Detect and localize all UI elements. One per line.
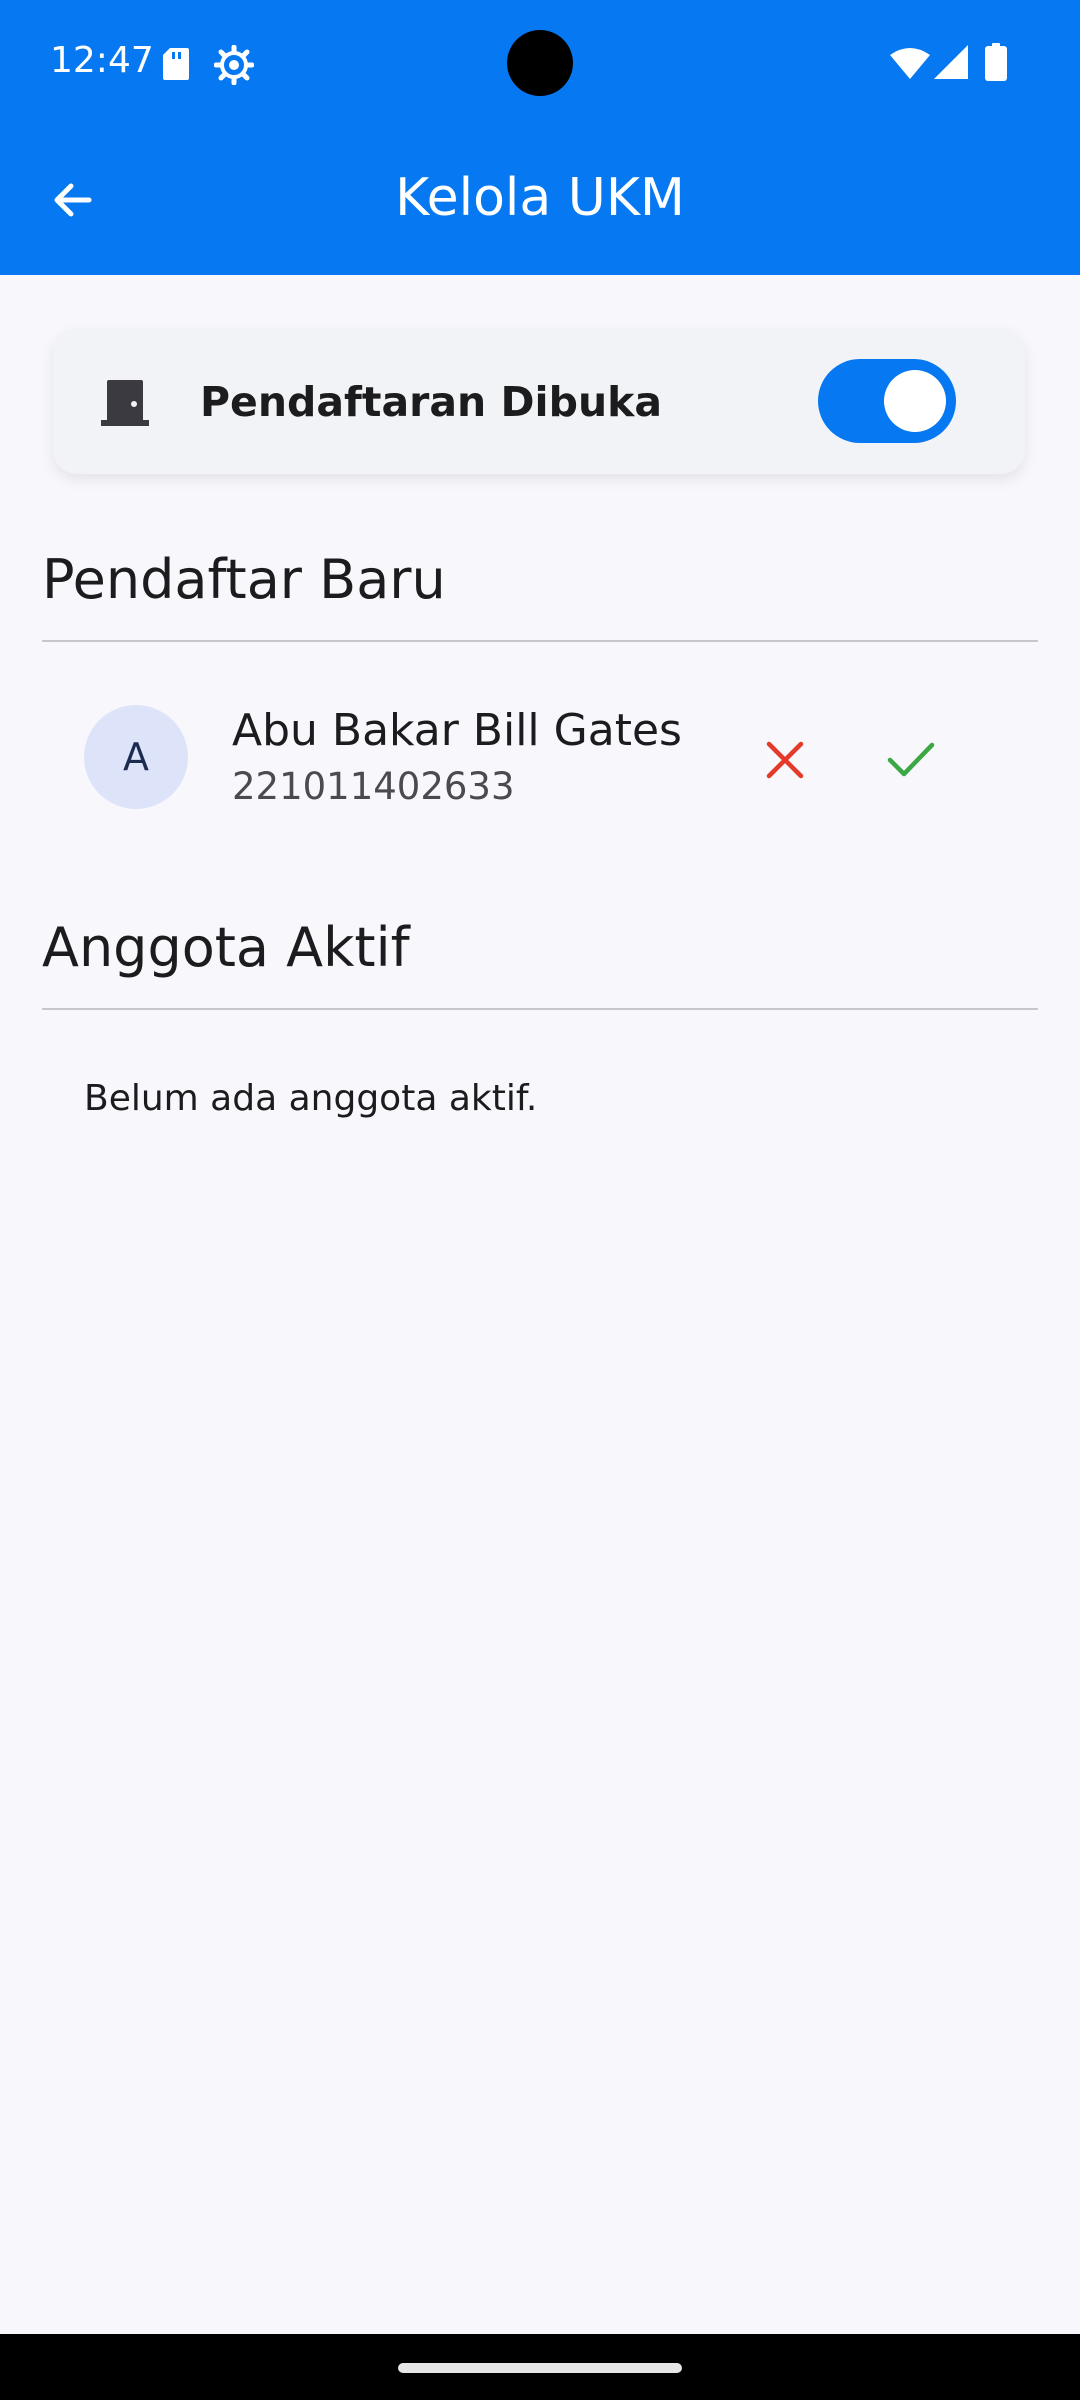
door-icon: [101, 380, 149, 426]
signal-icon: [934, 45, 968, 79]
applicant-id: 221011402633: [232, 765, 515, 808]
section-divider: [42, 640, 1038, 642]
applicant-name: Abu Bakar Bill Gates: [232, 705, 682, 756]
registration-card: Pendaftaran Dibuka: [53, 328, 1025, 474]
home-gesture-handle[interactable]: [398, 2363, 682, 2373]
close-icon: [766, 741, 804, 779]
camera-cutout: [507, 30, 573, 96]
screen: 12:47 Kelola UKM Pendaftaran Dibuka Pend…: [0, 0, 1080, 2400]
wifi-icon: [890, 48, 930, 79]
page-title: Kelola UKM: [395, 168, 685, 228]
registration-toggle[interactable]: [818, 359, 956, 443]
app-header: 12:47 Kelola UKM: [0, 0, 1080, 275]
toggle-knob: [884, 370, 946, 432]
status-time: 12:47: [50, 40, 154, 81]
empty-state-text: Belum ada anggota aktif.: [84, 1078, 538, 1119]
check-icon: [887, 742, 935, 777]
battery-icon: [985, 43, 1007, 81]
new-applicants-title: Pendaftar Baru: [42, 548, 446, 611]
section-divider: [42, 1008, 1038, 1010]
sd-card-icon: [163, 48, 189, 80]
avatar: A: [84, 705, 188, 809]
registration-label: Pendaftaran Dibuka: [200, 378, 663, 426]
reject-button[interactable]: [750, 725, 820, 795]
approve-button[interactable]: [876, 725, 946, 795]
gear-icon: [214, 45, 254, 85]
active-members-title: Anggota Aktif: [42, 916, 410, 979]
